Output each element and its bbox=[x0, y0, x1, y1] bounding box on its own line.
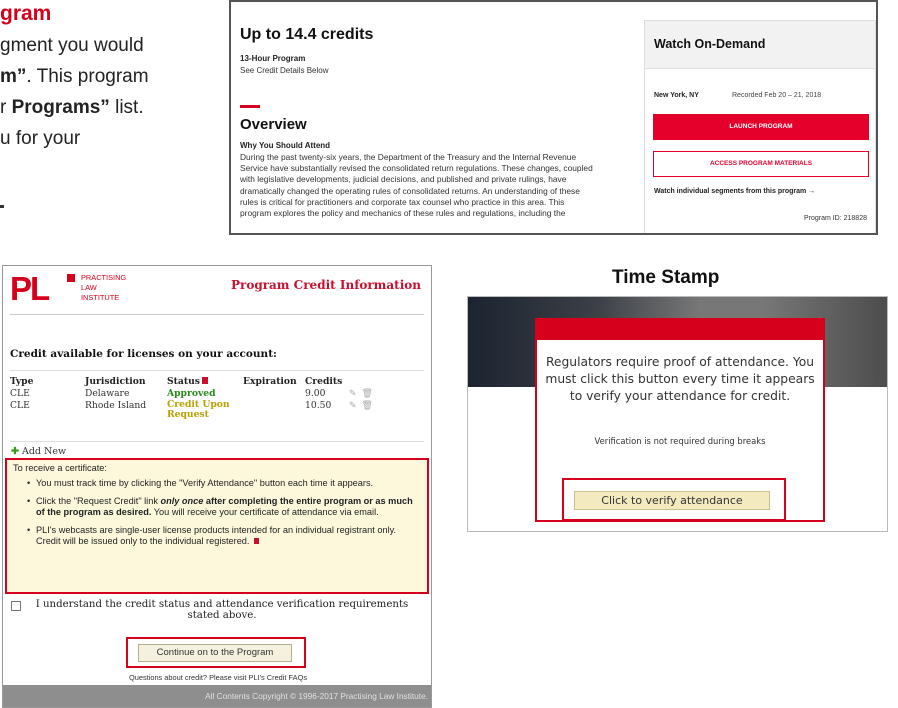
why-attend-heading: Why You Should Attend bbox=[240, 141, 331, 150]
credits-heading: Credit available for licenses on your ac… bbox=[10, 348, 277, 360]
arrow-right-icon: → bbox=[808, 188, 816, 195]
program-location: New York, NY bbox=[654, 92, 699, 99]
verify-message: Regulators require proof of attendance. … bbox=[545, 355, 815, 403]
text-fragment bbox=[0, 205, 4, 208]
instructions-line: gment you would bbox=[0, 35, 144, 56]
pencil-icon[interactable]: ✎ bbox=[349, 389, 362, 399]
program-id: Program ID: 218828 bbox=[803, 215, 867, 222]
acknowledge-row: I understand the credit status and atten… bbox=[11, 599, 421, 621]
watch-panel: Watch On-Demand New York, NY Recorded Fe… bbox=[644, 20, 876, 233]
program-card: Up to 14.4 credits 13-Hour Program See C… bbox=[229, 0, 878, 235]
overview-body: During the past twenty-six years, the De… bbox=[240, 152, 593, 219]
instructions-line: r Programs” list. bbox=[0, 97, 144, 118]
divider bbox=[10, 441, 424, 442]
copyright-footer: All Contents Copyright © 1996-2017 Pract… bbox=[3, 685, 431, 707]
divider bbox=[10, 314, 424, 315]
overview-heading: Overview bbox=[240, 116, 307, 133]
column-header: Jurisdiction bbox=[85, 376, 146, 387]
instructions-heading: gram bbox=[0, 2, 52, 25]
watch-panel-title: Watch On-Demand bbox=[645, 21, 875, 69]
verify-attendance-button[interactable]: Click to verify attendance bbox=[574, 491, 770, 510]
highlight-box: Click to verify attendance bbox=[562, 478, 786, 521]
cell-type: CLE bbox=[10, 388, 30, 399]
cell-credits: 9.00 bbox=[305, 388, 326, 399]
cell-credits: 10.50 bbox=[305, 400, 332, 411]
cell-jurisdiction: Rhode Island bbox=[85, 400, 147, 411]
launch-program-button[interactable]: LAUNCH PROGRAM bbox=[653, 114, 869, 140]
cell-type: CLE bbox=[10, 400, 30, 411]
cell-expiration bbox=[243, 388, 305, 400]
credits-title: Up to 14.4 credits bbox=[240, 26, 374, 43]
credit-dialog: PL PRACTISING LAW INSTITUTE Program Cred… bbox=[2, 265, 432, 708]
credit-faq-link[interactable]: Questions about credit? Please visit PLI… bbox=[3, 673, 431, 682]
credits-table: Type Jurisdiction Status Expiration Cred… bbox=[10, 376, 383, 426]
instructions-line: m”. This program bbox=[0, 66, 149, 87]
requirement-item: You must track time by clicking the "Ver… bbox=[13, 478, 421, 489]
cell-expiration bbox=[243, 400, 305, 426]
add-new-link[interactable]: ✚ Add New bbox=[11, 446, 66, 457]
watch-segments-link[interactable]: Watch individual segments from this prog… bbox=[654, 188, 815, 195]
cell-status: Credit Upon Request bbox=[167, 399, 230, 420]
table-header: Type Jurisdiction Status Expiration Cred… bbox=[10, 376, 383, 388]
program-hours: 13-Hour Program bbox=[240, 54, 306, 63]
credit-details-link[interactable]: See Credit Details Below bbox=[240, 66, 328, 75]
dialog-title: Program Credit Information bbox=[230, 278, 421, 292]
cell-jurisdiction: Delaware bbox=[85, 388, 130, 399]
flag-icon bbox=[254, 538, 260, 544]
trash-icon[interactable]: 🗑 bbox=[362, 389, 378, 399]
column-header: Type bbox=[10, 376, 34, 387]
pencil-icon[interactable]: ✎ bbox=[349, 401, 362, 411]
acknowledge-checkbox[interactable] bbox=[11, 601, 21, 611]
column-header: Credits bbox=[305, 376, 343, 387]
flag-icon bbox=[201, 377, 208, 384]
column-header: Status bbox=[167, 376, 243, 388]
column-header: Expiration bbox=[243, 376, 297, 387]
highlight-box: Continue on to the Program bbox=[126, 637, 306, 668]
time-stamp-screenshot: Regulators require proof of attendance. … bbox=[467, 296, 888, 532]
table-row: CLE Rhode Island Credit Upon Request 10.… bbox=[10, 400, 383, 426]
requirement-item: PLI's webcasts are single-user license p… bbox=[13, 525, 421, 547]
plus-icon: ✚ bbox=[11, 446, 19, 457]
requirement-item: Click the "Request Credit" link only onc… bbox=[13, 496, 421, 518]
breaks-note: Verification is not required during brea… bbox=[594, 436, 766, 446]
verify-attendance-modal: Regulators require proof of attendance. … bbox=[535, 318, 825, 522]
instructions-line: u for your bbox=[0, 128, 81, 149]
section-accent bbox=[240, 105, 260, 108]
trash-icon[interactable]: 🗑 bbox=[362, 401, 378, 411]
continue-button[interactable]: Continue on to the Program bbox=[138, 644, 292, 662]
certificate-requirements: To receive a certificate: You must track… bbox=[5, 458, 429, 594]
time-stamp-title: Time Stamp bbox=[612, 267, 720, 288]
certificate-heading: To receive a certificate: bbox=[13, 463, 107, 473]
divider bbox=[10, 370, 424, 371]
access-materials-button[interactable]: ACCESS PROGRAM MATERIALS bbox=[653, 151, 869, 177]
recorded-date: Recorded Feb 20 – 21, 2018 bbox=[732, 92, 822, 99]
acknowledge-label: I understand the credit status and atten… bbox=[35, 599, 409, 621]
